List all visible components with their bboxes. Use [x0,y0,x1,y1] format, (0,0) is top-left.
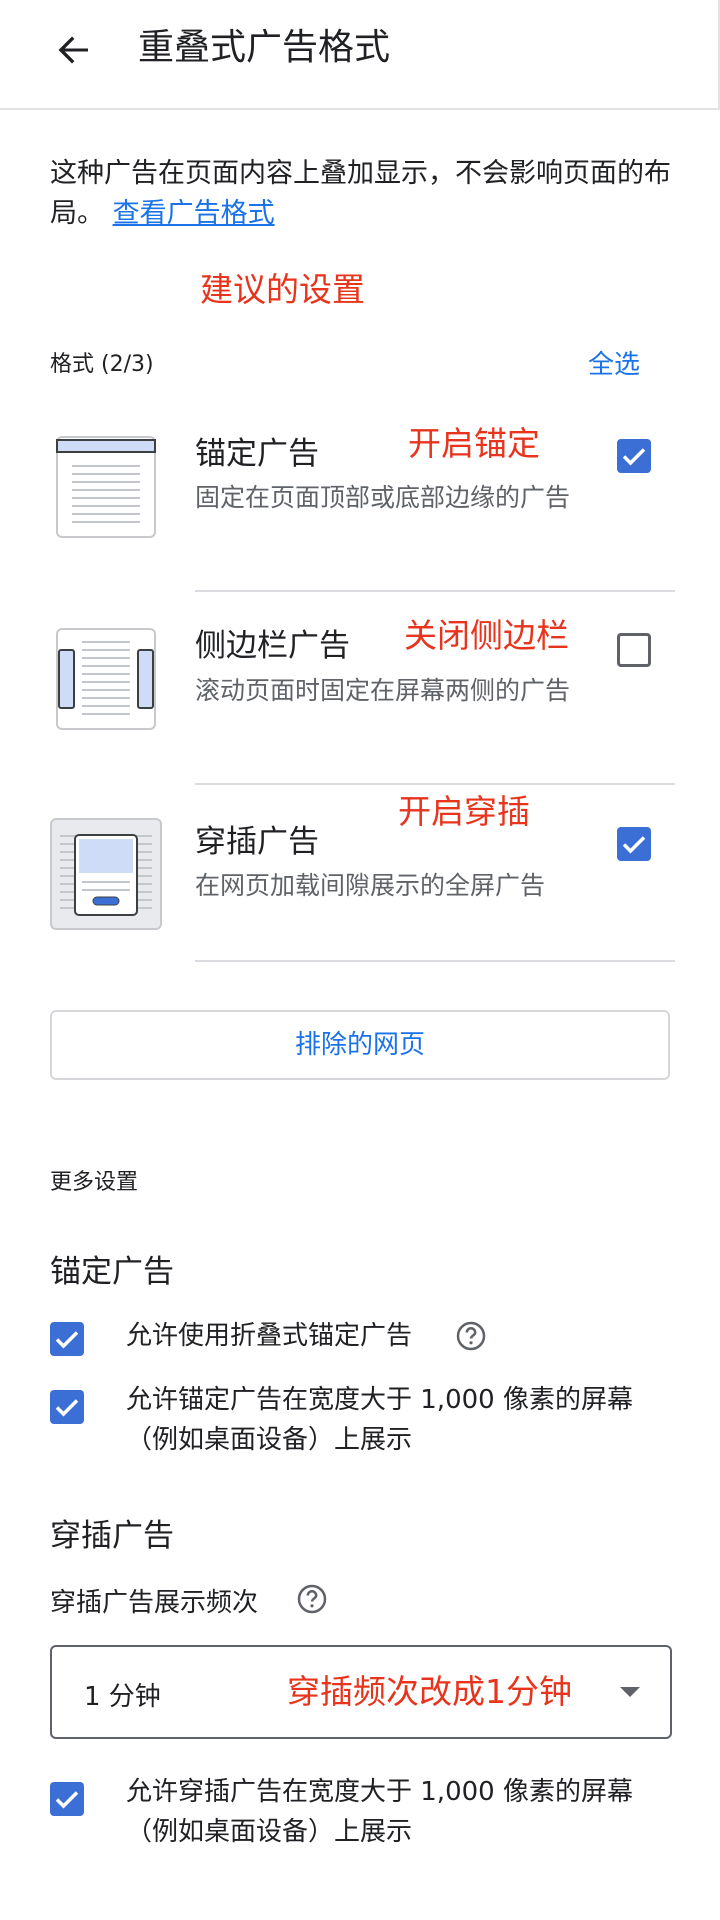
divider [195,590,675,592]
view-ad-formats-link[interactable]: 查看广告格式 [113,198,275,229]
side-rail-ad-description: 滚动页面时固定在屏幕两侧的广告 [195,676,571,705]
side-rail-ad-title: 侧边栏广告 [195,628,350,664]
collapsible-anchor-label: 允许使用折叠式锚定广告 [126,1321,413,1351]
interstitial-ad-checkbox[interactable] [617,827,651,861]
side-off-annotation: 关闭侧边栏 [404,616,569,655]
frequency-value: 1 分钟 [84,1682,161,1712]
more-settings-label: 更多设置 [50,1170,139,1195]
interstitial-desktop-checkbox[interactable] [50,1782,84,1816]
excluded-pages-button[interactable]: 排除的网页 [50,1010,670,1080]
intro-description: 这种广告在页面内容上叠加显示，不会影响页面的布局。 查看广告格式 [50,154,680,234]
format-count-label: 格式 (2/3) [50,352,154,377]
back-arrow-icon[interactable] [52,28,96,72]
select-all-link[interactable]: 全选 [588,344,640,381]
side-rail-ad-checkbox[interactable] [617,633,651,667]
anchor-on-annotation: 开启锚定 [408,424,540,463]
recommended-settings-annotation: 建议的设置 [200,270,365,309]
anchor-desktop-label: 允许锚定广告在宽度大于 1,000 像素的屏幕（例如桌面设备）上展示 [126,1385,633,1455]
anchor-settings-title: 锚定广告 [50,1254,174,1290]
anchor-desktop-checkbox[interactable] [50,1390,84,1424]
interstitial-frequency-label: 穿插广告展示频次 [50,1588,259,1618]
anchor-ad-description: 固定在页面顶部或底部边缘的广告 [195,483,571,512]
interstitial-ad-title: 穿插广告 [195,824,319,860]
side-rail-ad-icon [56,628,156,734]
divider [195,783,675,785]
dropdown-arrow-icon [618,1684,642,1703]
anchor-ad-title: 锚定广告 [195,436,319,472]
anchor-ad-checkbox[interactable] [617,439,651,473]
help-circle-icon[interactable] [456,1321,486,1351]
divider [195,960,675,962]
freq-change-annotation: 穿插频次改成1分钟 [287,1672,572,1711]
interstitial-desktop-label: 允许穿插广告在宽度大于 1,000 像素的屏幕（例如桌面设备）上展示 [126,1777,633,1847]
interstitial-settings-title: 穿插广告 [50,1518,174,1554]
anchor-ad-icon [56,436,156,542]
interstitial-ad-description: 在网页加载间隙展示的全屏广告 [195,871,546,900]
help-circle-icon[interactable] [297,1584,327,1614]
collapsible-anchor-checkbox[interactable] [50,1322,84,1356]
interstitial-on-annotation: 开启穿插 [398,792,530,831]
page-title: 重叠式广告格式 [138,27,391,68]
interstitial-ad-icon [50,818,162,934]
